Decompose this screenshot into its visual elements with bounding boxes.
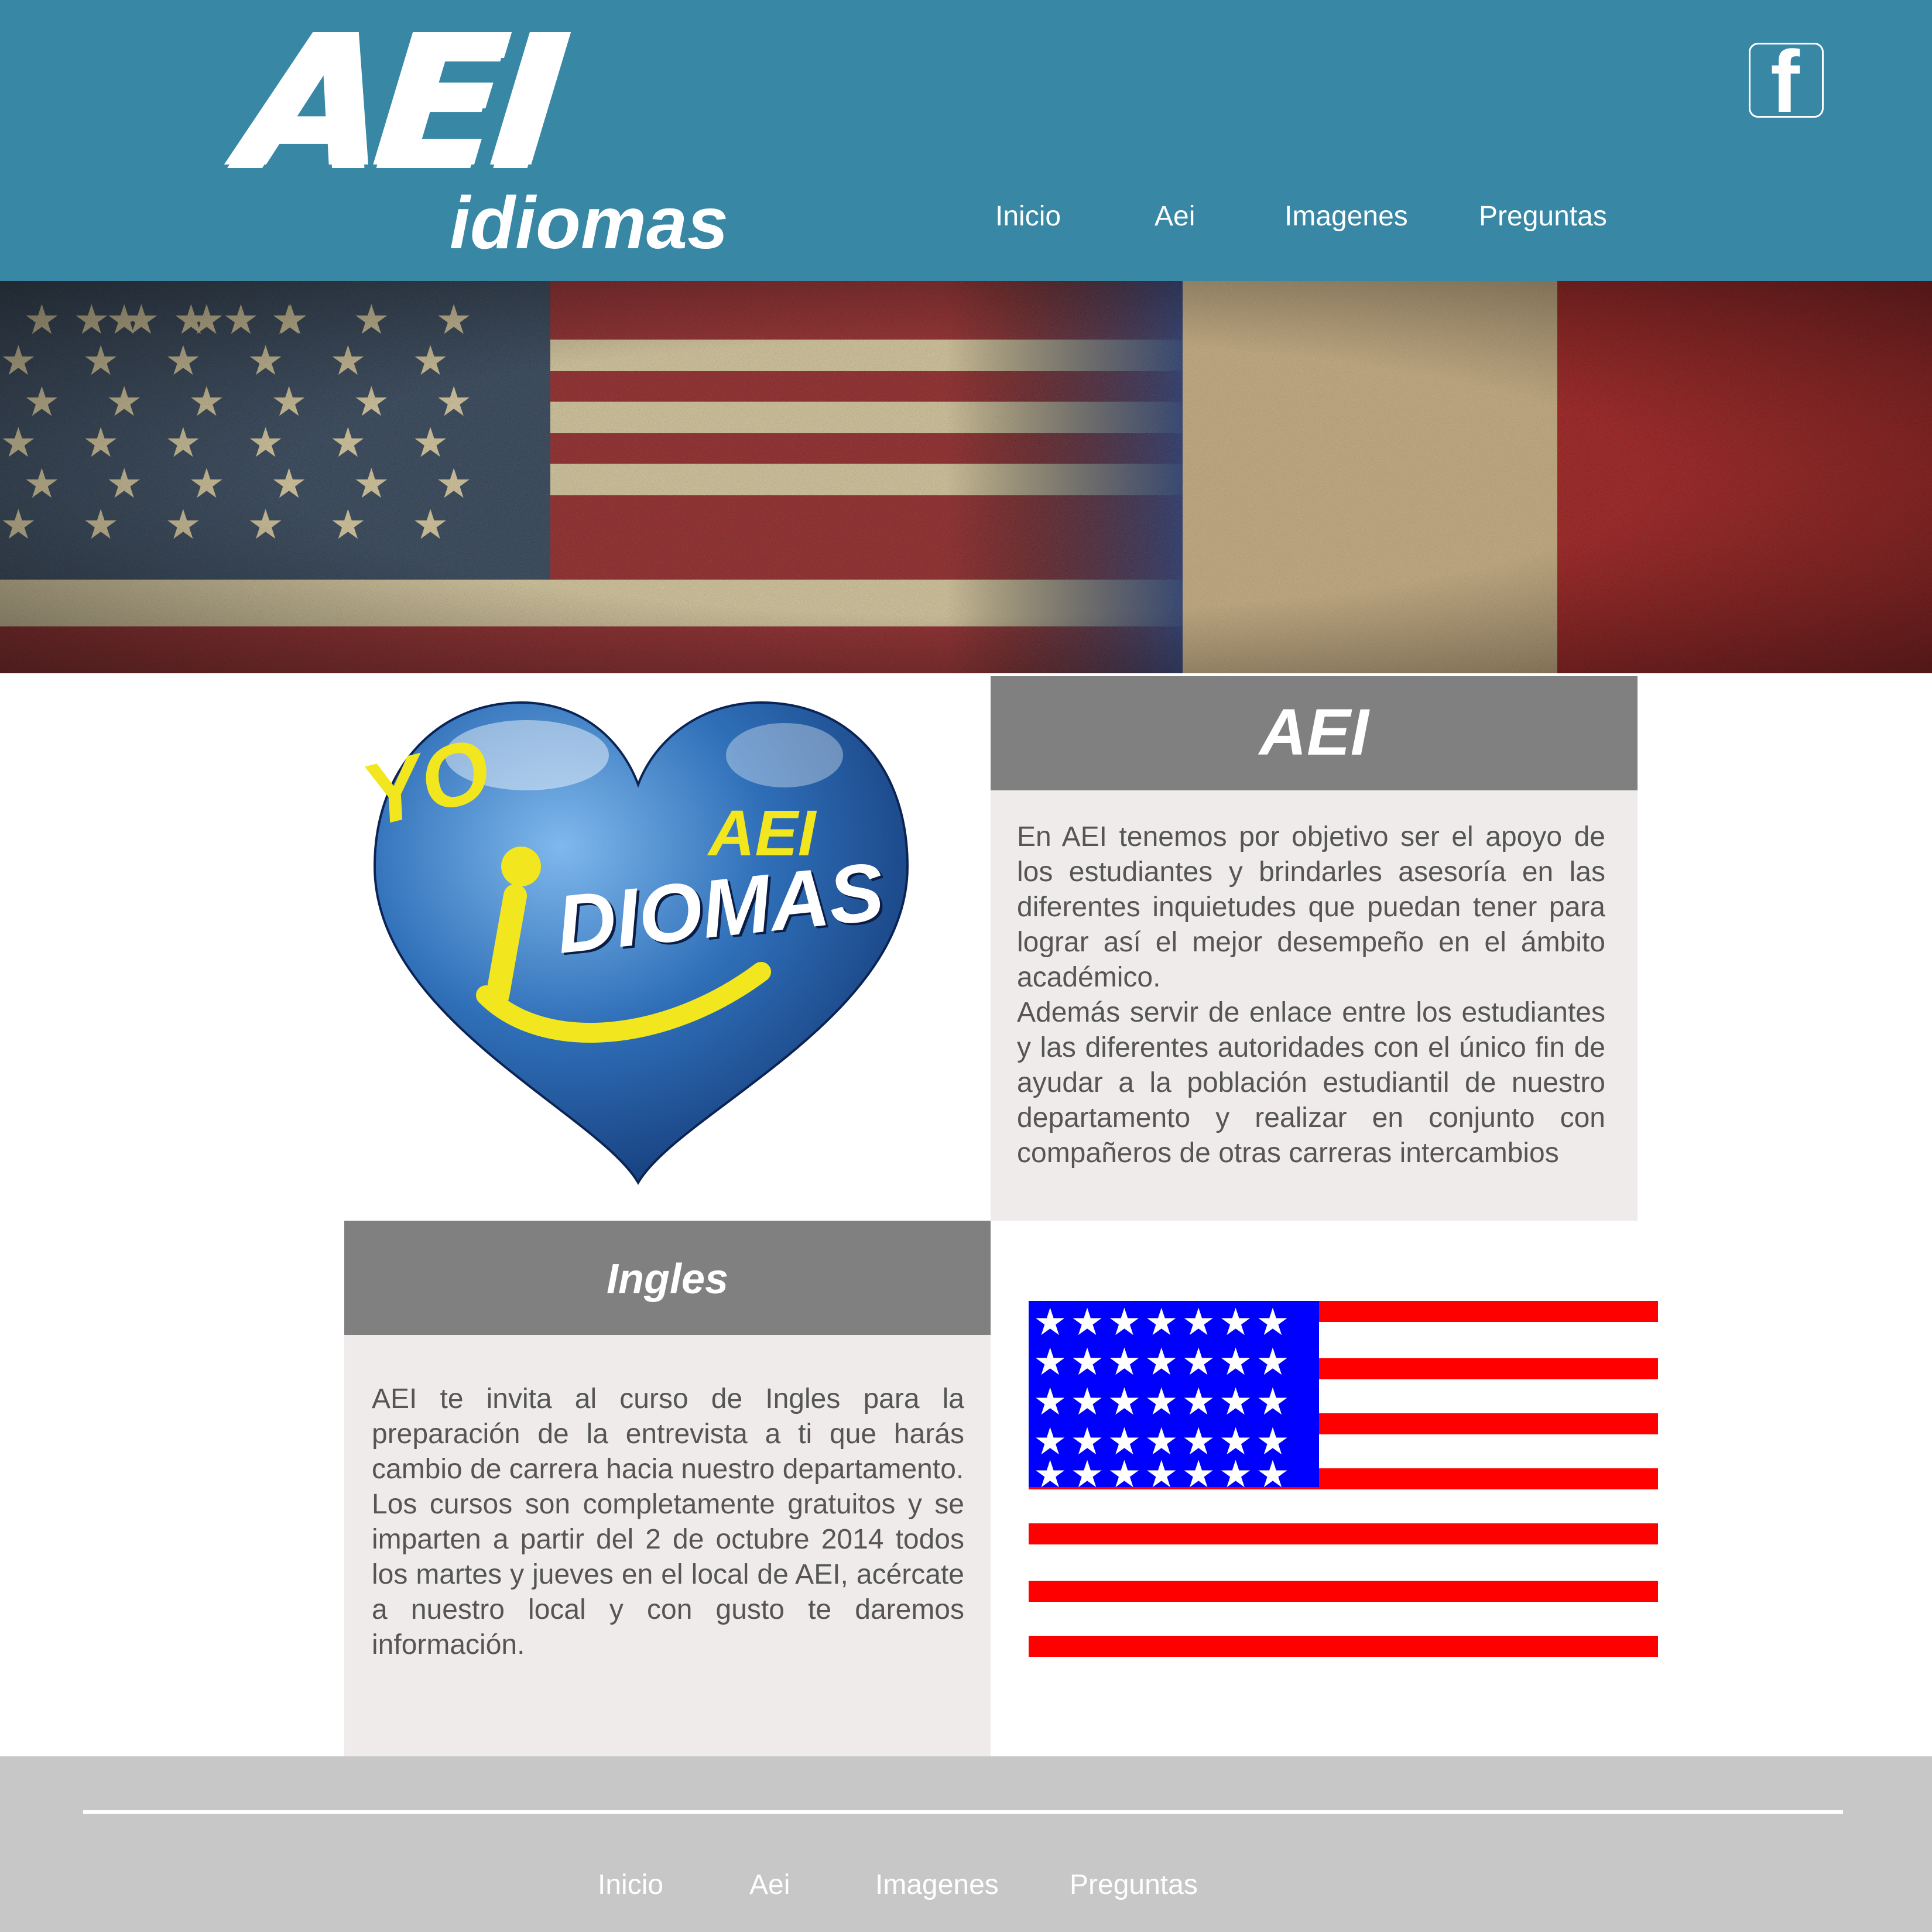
svg-text:★★★★★★★: ★★★★★★★ [1033, 1301, 1293, 1344]
logo-aei-text[interactable]: AEI [235, 0, 568, 208]
logo-idiomas-text: idiomas [450, 181, 729, 264]
footer-nav-preguntas[interactable]: Preguntas [1070, 1868, 1198, 1903]
hero-banner: ★ ★ ★ ★ ★ ★ ★★★★★★ ★★★★★★ ★★★★★★ ★★★★★★ … [0, 281, 1932, 673]
aei-panel-text: En AEI tenemos por objetivo ser el apoyo… [1017, 821, 1605, 1169]
aei-panel-body: En AEI tenemos por objetivo ser el apoyo… [991, 790, 1638, 1221]
banner-flags-image: ★ ★ ★ ★ ★ ★ ★★★★★★ ★★★★★★ ★★★★★★ ★★★★★★ … [0, 281, 1932, 673]
svg-text:★★★★★★★: ★★★★★★★ [1033, 1341, 1293, 1384]
ingles-panel-body: AEI te invita al curso de Ingles para la… [344, 1335, 991, 1756]
footer-divider [83, 1810, 1843, 1814]
aei-heart-logo: YO AEI DIOMAS [351, 691, 925, 1206]
nav-aei[interactable]: Aei [1155, 199, 1195, 234]
site-footer [0, 1756, 1932, 1932]
nav-preguntas[interactable]: Preguntas [1479, 199, 1607, 234]
ingles-panel-text: AEI te invita al curso de Ingles para la… [372, 1383, 964, 1660]
aei-panel-header: AEI [991, 676, 1638, 790]
aei-panel-title: AEI [1259, 696, 1369, 769]
nav-inicio[interactable]: Inicio [995, 199, 1061, 234]
footer-nav-aei[interactable]: Aei [749, 1868, 790, 1903]
nav-imagenes[interactable]: Imagenes [1284, 199, 1408, 234]
us-flag-image: ★★★★★★★ ★★★★★★★ ★★★★★★★ ★★★★★★★ ★★★★★★★ [1029, 1301, 1658, 1658]
svg-text:★★★★★★★: ★★★★★★★ [1033, 1381, 1293, 1424]
ingles-panel-title: Ingles [606, 1256, 729, 1303]
ingles-panel-header: Ingles [344, 1221, 991, 1335]
facebook-icon: f [1770, 32, 1800, 131]
footer-nav-inicio[interactable]: Inicio [598, 1868, 663, 1903]
footer-nav-imagenes[interactable]: Imagenes [875, 1868, 999, 1903]
svg-text:★★★★★★★: ★★★★★★★ [1033, 1453, 1293, 1496]
facebook-button[interactable]: f [1749, 37, 1824, 125]
site-header: AEI idiomas Inicio Aei Imagenes Pregunta… [0, 0, 1932, 281]
